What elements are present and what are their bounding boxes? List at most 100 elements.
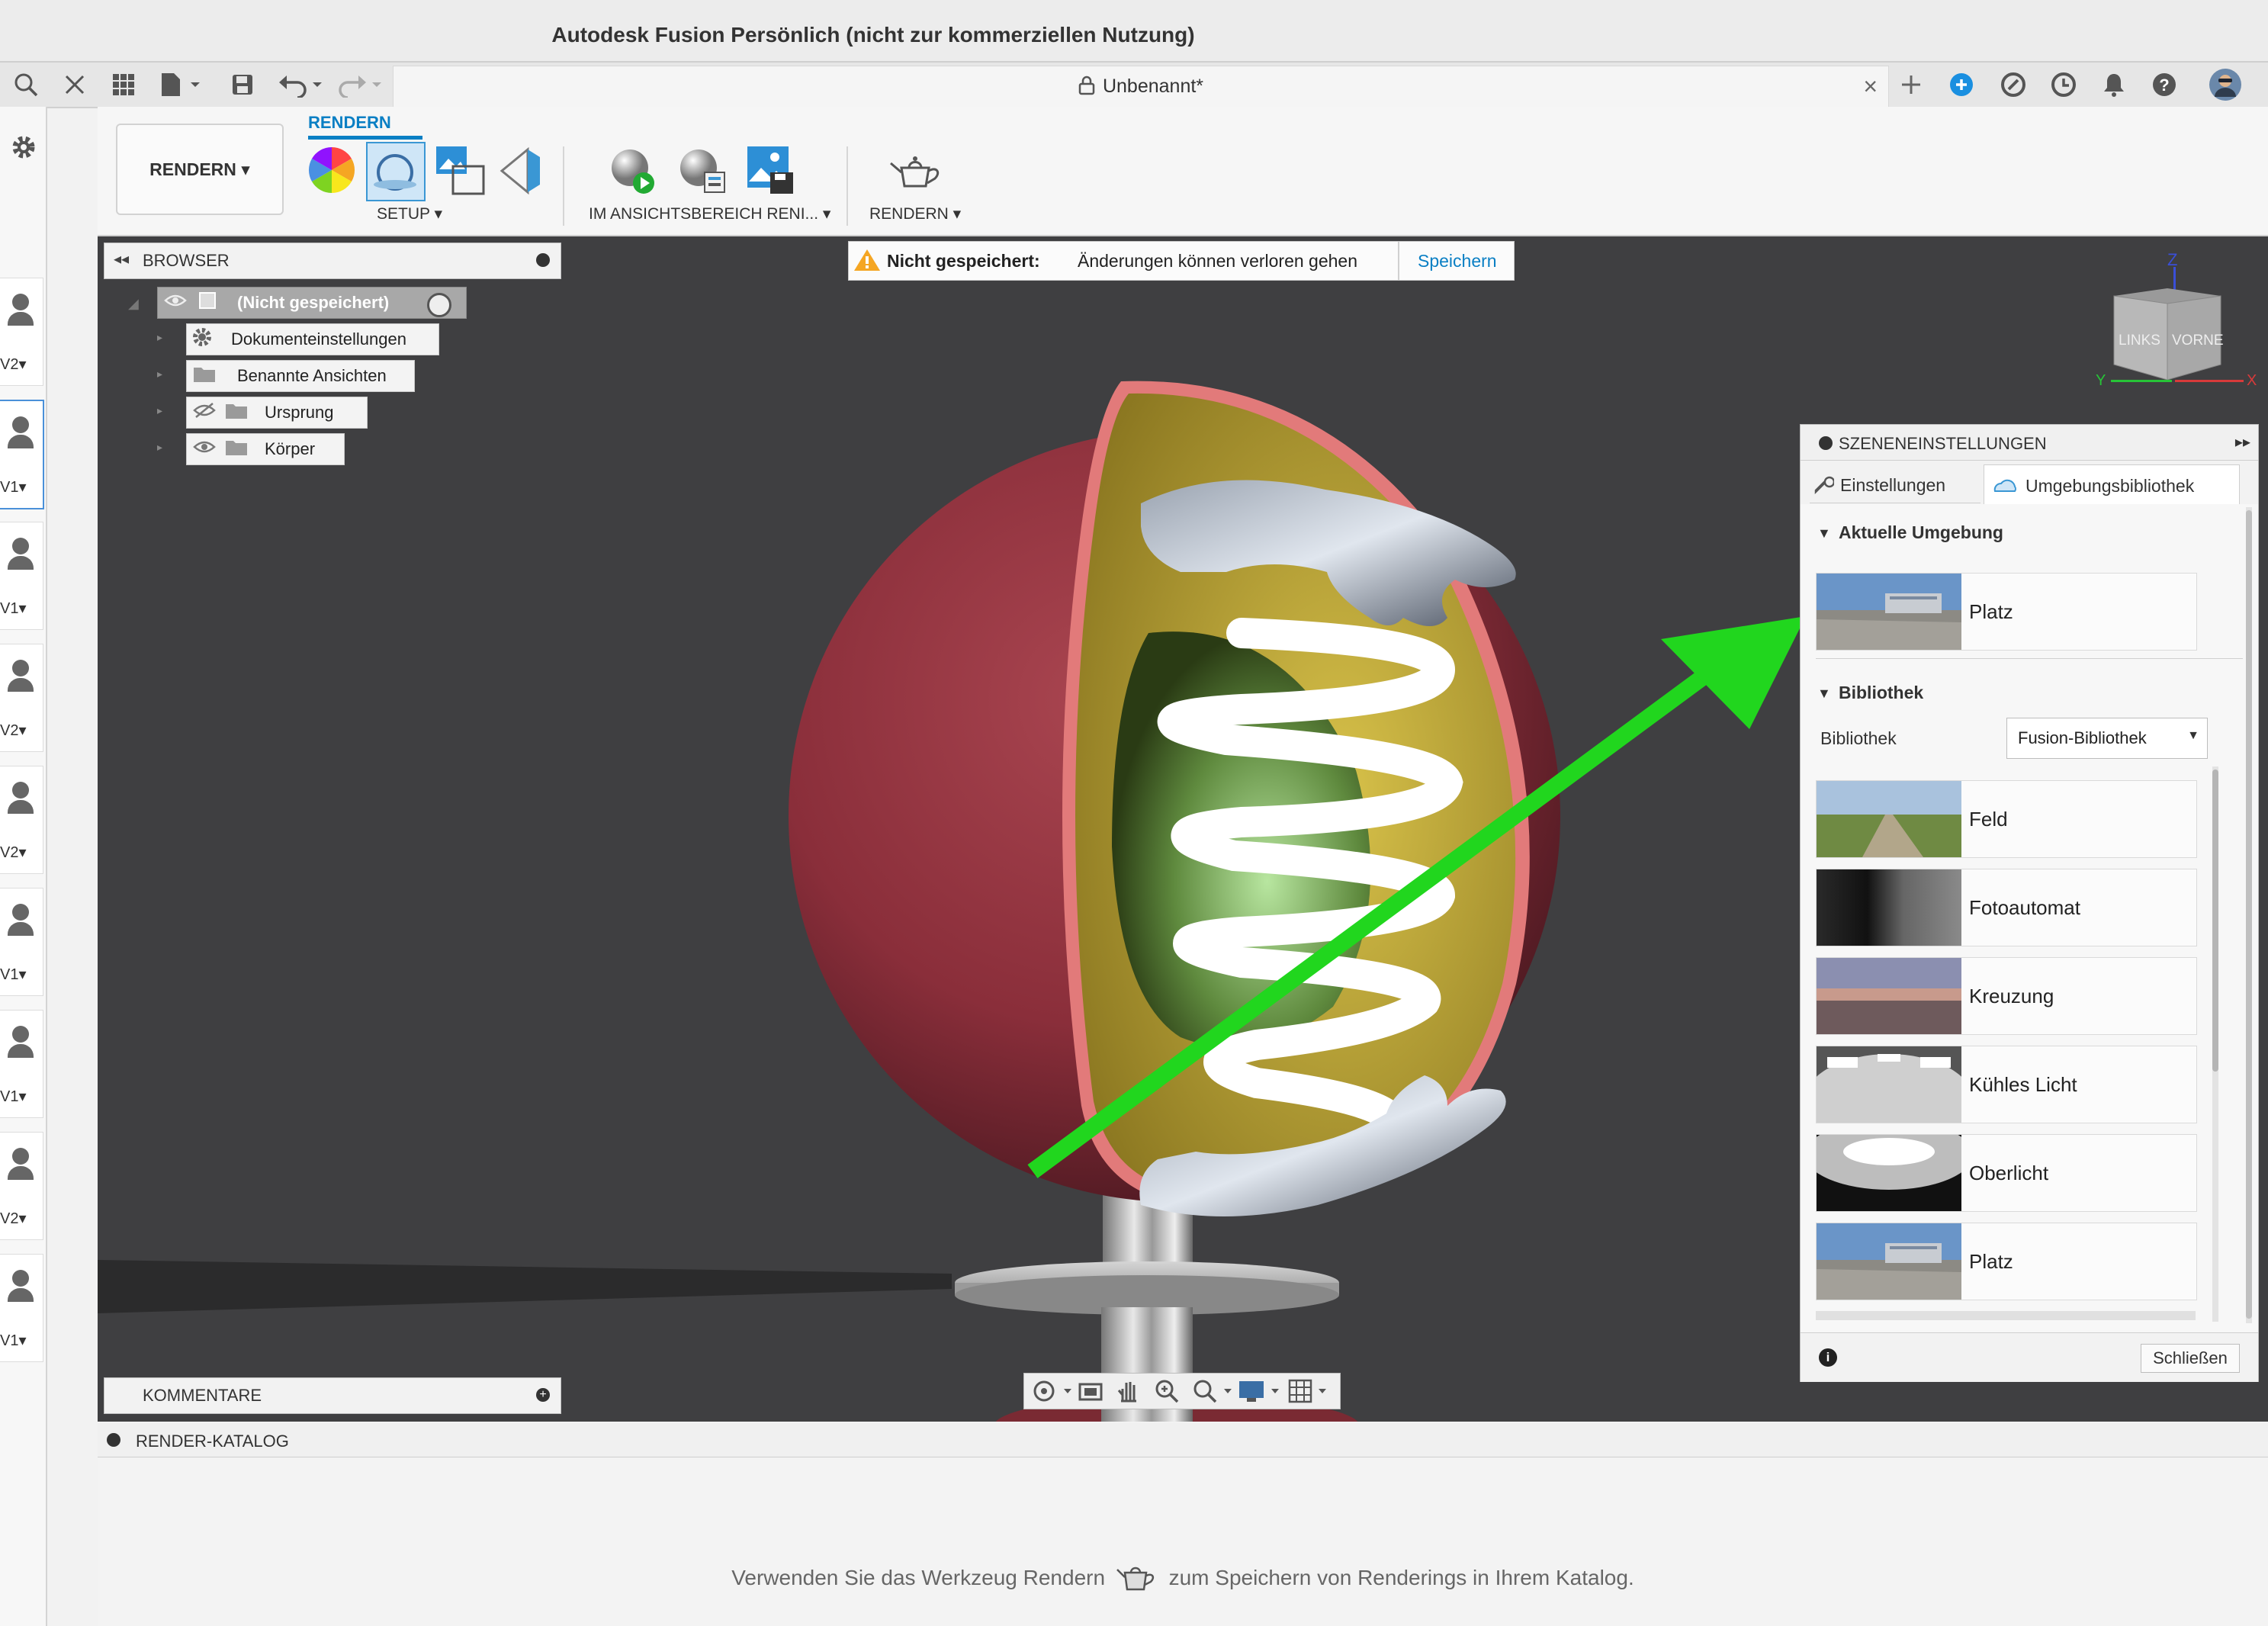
tab-rendern[interactable]: RENDERN: [308, 113, 391, 133]
pan-hand-icon[interactable]: [1116, 1378, 1142, 1408]
version-card[interactable]: V2▾: [0, 278, 43, 386]
in-canvas-render-start-icon[interactable]: [607, 145, 660, 202]
version-card-selected[interactable]: V1▾: [0, 400, 44, 509]
visibility-eye-icon[interactable]: [164, 293, 188, 313]
section-collapse-arrow[interactable]: ▼: [1817, 525, 1831, 541]
browser-item-named-views[interactable]: Benannte Ansichten: [186, 360, 415, 392]
save-icon[interactable]: [226, 69, 259, 101]
history-clock-icon[interactable]: [2048, 69, 2079, 101]
in-canvas-render-settings-icon[interactable]: [676, 145, 729, 202]
close-button[interactable]: Schließen: [2141, 1344, 2240, 1373]
tab-umgebungsbibliothek[interactable]: Umgebungsbibliothek: [1984, 464, 2240, 505]
tree-expand-arrow[interactable]: ◢: [128, 296, 139, 312]
version-card[interactable]: V2▾: [0, 644, 43, 752]
scene-settings-icon[interactable]: [366, 142, 426, 201]
list-scrollbar-thumb[interactable]: [2212, 770, 2218, 1072]
orbit-icon[interactable]: [1032, 1378, 1075, 1408]
environment-item[interactable]: Fotoautomat: [1816, 869, 2197, 946]
environment-item[interactable]: Platz: [1816, 1223, 2197, 1300]
version-card[interactable]: V1▾: [0, 522, 43, 630]
search-icon[interactable]: [9, 69, 43, 101]
setup-group-label[interactable]: SETUP ▾: [377, 204, 442, 223]
browser-item-bodies[interactable]: Körper: [186, 433, 345, 465]
pin-panel-icon[interactable]: [536, 253, 550, 267]
render-group-label[interactable]: RENDERN ▾: [869, 204, 961, 223]
activate-radio-icon[interactable]: [427, 293, 451, 317]
plaza-thumbnail: [1817, 1223, 1961, 1300]
navigation-bar: [1023, 1373, 1341, 1409]
info-icon[interactable]: i: [1819, 1348, 1837, 1367]
document-tab[interactable]: Unbenannt* ×: [393, 66, 1889, 109]
version-card[interactable]: V1▾: [0, 1010, 43, 1118]
file-menu-icon[interactable]: [157, 69, 206, 101]
tree-expand-arrow[interactable]: ▸: [157, 404, 162, 417]
extensions-icon[interactable]: [1946, 69, 1977, 101]
viewcube[interactable]: Z LINKS VORNE Y X: [2080, 250, 2263, 403]
lock-icon: [1078, 76, 1095, 95]
undo-icon[interactable]: [276, 69, 329, 101]
notifications-bell-icon[interactable]: [2099, 69, 2129, 101]
environment-item[interactable]: Kühles Licht: [1816, 1046, 2197, 1123]
plaza-thumbnail: [1817, 574, 1961, 650]
texture-map-icon[interactable]: [433, 143, 487, 201]
zoom-icon[interactable]: [1154, 1378, 1180, 1408]
new-tab-plus-icon[interactable]: [1894, 69, 1928, 101]
decal-icon[interactable]: [497, 146, 543, 199]
folder-icon: [193, 365, 219, 387]
display-settings-icon[interactable]: [1238, 1378, 1283, 1408]
in-canvas-render-group-label[interactable]: IM ANSICHTSBEREICH RENI... ▾: [589, 204, 830, 223]
tree-expand-arrow[interactable]: ▸: [157, 441, 162, 454]
version-card[interactable]: V2▾: [0, 766, 43, 874]
visibility-eye-icon[interactable]: [193, 439, 219, 459]
tree-expand-arrow[interactable]: ▸: [157, 331, 162, 344]
add-comment-icon[interactable]: +: [536, 1388, 550, 1402]
browser-root-node[interactable]: (Nicht gespeichert): [157, 287, 467, 319]
appearance-color-wheel-icon[interactable]: [307, 145, 357, 199]
library-dropdown[interactable]: Fusion-Bibliothek ▼: [2006, 718, 2208, 759]
ribbon-separator: [563, 146, 564, 226]
render-teapot-icon[interactable]: [886, 149, 947, 196]
version-card[interactable]: V2▾: [0, 1132, 43, 1240]
version-card[interactable]: V1▾: [0, 888, 43, 996]
section-collapse-arrow[interactable]: ▼: [1817, 686, 1831, 702]
current-environment-tile[interactable]: Platz: [1816, 573, 2197, 651]
redo-icon[interactable]: [336, 69, 389, 101]
minimize-panel-icon[interactable]: [1819, 436, 1833, 450]
fit-zoom-icon[interactable]: [1192, 1378, 1235, 1408]
user-avatar[interactable]: [2207, 69, 2244, 101]
browser-item-document-settings[interactable]: Dokumenteinstellungen: [186, 323, 439, 355]
gear-icon: [191, 326, 217, 352]
folder-icon: [225, 401, 251, 424]
document-tab-name: Unbenannt*: [394, 76, 1888, 98]
collapse-panel-icon[interactable]: ◂◂: [114, 249, 129, 268]
expand-panel-icon[interactable]: ▸▸: [2235, 432, 2250, 451]
close-tab-icon[interactable]: ×: [1863, 72, 1878, 101]
workspace-switcher[interactable]: RENDERN ▾: [116, 124, 284, 215]
application-bar: Unbenannt* × ?: [0, 63, 2268, 109]
comments-panel-header[interactable]: KOMMENTARE +: [104, 1377, 561, 1414]
tree-expand-arrow[interactable]: ▸: [157, 368, 162, 381]
settings-gear-icon[interactable]: [11, 134, 37, 164]
ribbon-separator: [846, 146, 848, 226]
capture-image-icon[interactable]: [744, 143, 798, 201]
browser-item-origin[interactable]: Ursprung: [186, 397, 368, 429]
close-icon[interactable]: [58, 69, 92, 101]
browser-panel-header[interactable]: ◂◂ BROWSER: [104, 243, 561, 279]
wrench-icon: [1813, 474, 1836, 499]
version-card[interactable]: V1▾: [0, 1254, 43, 1362]
panel-scrollbar-thumb[interactable]: [2246, 510, 2252, 1319]
look-at-icon[interactable]: [1078, 1378, 1103, 1408]
save-link[interactable]: Speichern: [1418, 251, 1497, 272]
environment-item[interactable]: Feld: [1816, 780, 2197, 858]
grid-settings-icon[interactable]: [1288, 1378, 1334, 1408]
environment-item[interactable]: Kreuzung: [1816, 957, 2197, 1035]
help-icon[interactable]: ?: [2149, 69, 2180, 101]
collapse-catalog-icon[interactable]: [107, 1433, 120, 1447]
job-status-icon[interactable]: [1998, 69, 2029, 101]
environment-item[interactable]: Oberlicht: [1816, 1134, 2197, 1212]
tab-einstellungen[interactable]: Einstellungen: [1810, 464, 1980, 503]
hidden-eye-icon[interactable]: [193, 402, 219, 423]
render-catalog-header[interactable]: RENDER-KATALOG: [98, 1423, 2268, 1457]
data-panel-grid-icon[interactable]: [107, 69, 140, 101]
warning-icon: [853, 248, 881, 276]
